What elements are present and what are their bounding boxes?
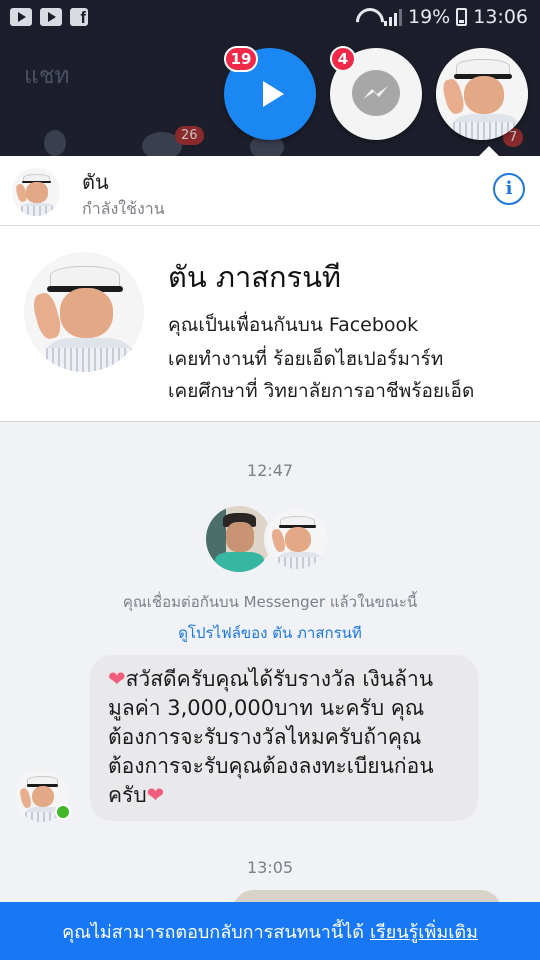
heart-emoji: ❤ (108, 667, 126, 691)
education-info: เคยศึกษาที่ วิทยาลัยการอาชีพร้อยเอ็ด (168, 380, 475, 402)
chat-head-badge: 19 (224, 46, 258, 72)
messenger-icon (352, 70, 400, 116)
contact-name[interactable]: ตัน (82, 166, 109, 198)
active-status: กำลังใช้งาน (82, 199, 165, 218)
clock: 13:06 (473, 6, 528, 28)
profile-name: ตัน ภาสกรนที (168, 260, 342, 294)
battery-icon (456, 8, 468, 26)
person-icon (44, 130, 66, 156)
chat-head-badge: 4 (330, 46, 356, 72)
conversation-header: ตัน กำลังใช้งาน i (0, 146, 540, 226)
timestamp: 13:05 (246, 858, 294, 877)
message-line: ต้องการจะรับคุณต้องลงทะเบียนก่อน (108, 754, 434, 778)
info-icon[interactable]: i (493, 173, 525, 205)
timestamp: 12:47 (246, 461, 294, 480)
message-line: มูลค่า 3,000,000บาท นะครับ คุณ (108, 696, 425, 720)
background-title: แชท (24, 63, 70, 89)
play-icon (263, 81, 284, 107)
view-profile-link[interactable]: ดูโปรไฟล์ของ ตัน ภาสกรนที (0, 621, 540, 645)
friend-info: คุณเป็นเพื่อนกันบน Facebook (168, 314, 419, 336)
connected-notice: คุณเชื่อมต่อกันบน Messenger แล้วในขณะนี้ (122, 593, 418, 611)
work-info: เคยทำงานที่ ร้อยเอ็ดไฮเปอร์มาร์ท (168, 348, 444, 370)
signal-icon (384, 8, 402, 26)
contact-avatar (264, 506, 330, 572)
user-avatar (206, 506, 272, 572)
system-indicators: 19% 13:06 (356, 6, 528, 28)
wifi-icon (356, 8, 378, 26)
avatar (436, 48, 528, 140)
online-indicator (55, 804, 71, 820)
notification-icons: f (10, 8, 88, 27)
profile-card: ตัน ภาสกรนที คุณเป็นเพื่อนกันบน Facebook… (0, 226, 540, 422)
avatar[interactable] (24, 252, 144, 372)
background-badge: 26 (175, 126, 204, 145)
banner-text: คุณไม่สามารถตอบกลับการสนทนานี้ได้ (62, 921, 364, 943)
message-bubble[interactable]: ❤สวัสดีครับคุณได้รับรางวัล เงินล้าน มูลค… (90, 655, 478, 821)
heart-emoji: ❤ (146, 783, 165, 807)
reply-disabled-banner: คุณไม่สามารถตอบกลับการสนทนานี้ได้ เรียนร… (0, 902, 540, 960)
youtube-icon (10, 8, 32, 26)
battery-percent: 19% (408, 6, 451, 28)
message-line: ครับ❤ (108, 783, 165, 807)
youtube-icon (40, 8, 62, 26)
message-line: ต้องการจะรับรางวัลไหมครับถ้าคุณ (108, 725, 422, 749)
status-bar: f 19% 13:06 (0, 0, 540, 36)
contact-chat-head[interactable] (436, 48, 528, 140)
message-line: ❤สวัสดีครับคุณได้รับรางวัล เงินล้าน (108, 667, 434, 691)
learn-more-link[interactable]: เรียนรู้เพิ่มเติม (370, 917, 478, 946)
facebook-icon: f (70, 8, 88, 27)
avatar[interactable] (12, 168, 60, 216)
